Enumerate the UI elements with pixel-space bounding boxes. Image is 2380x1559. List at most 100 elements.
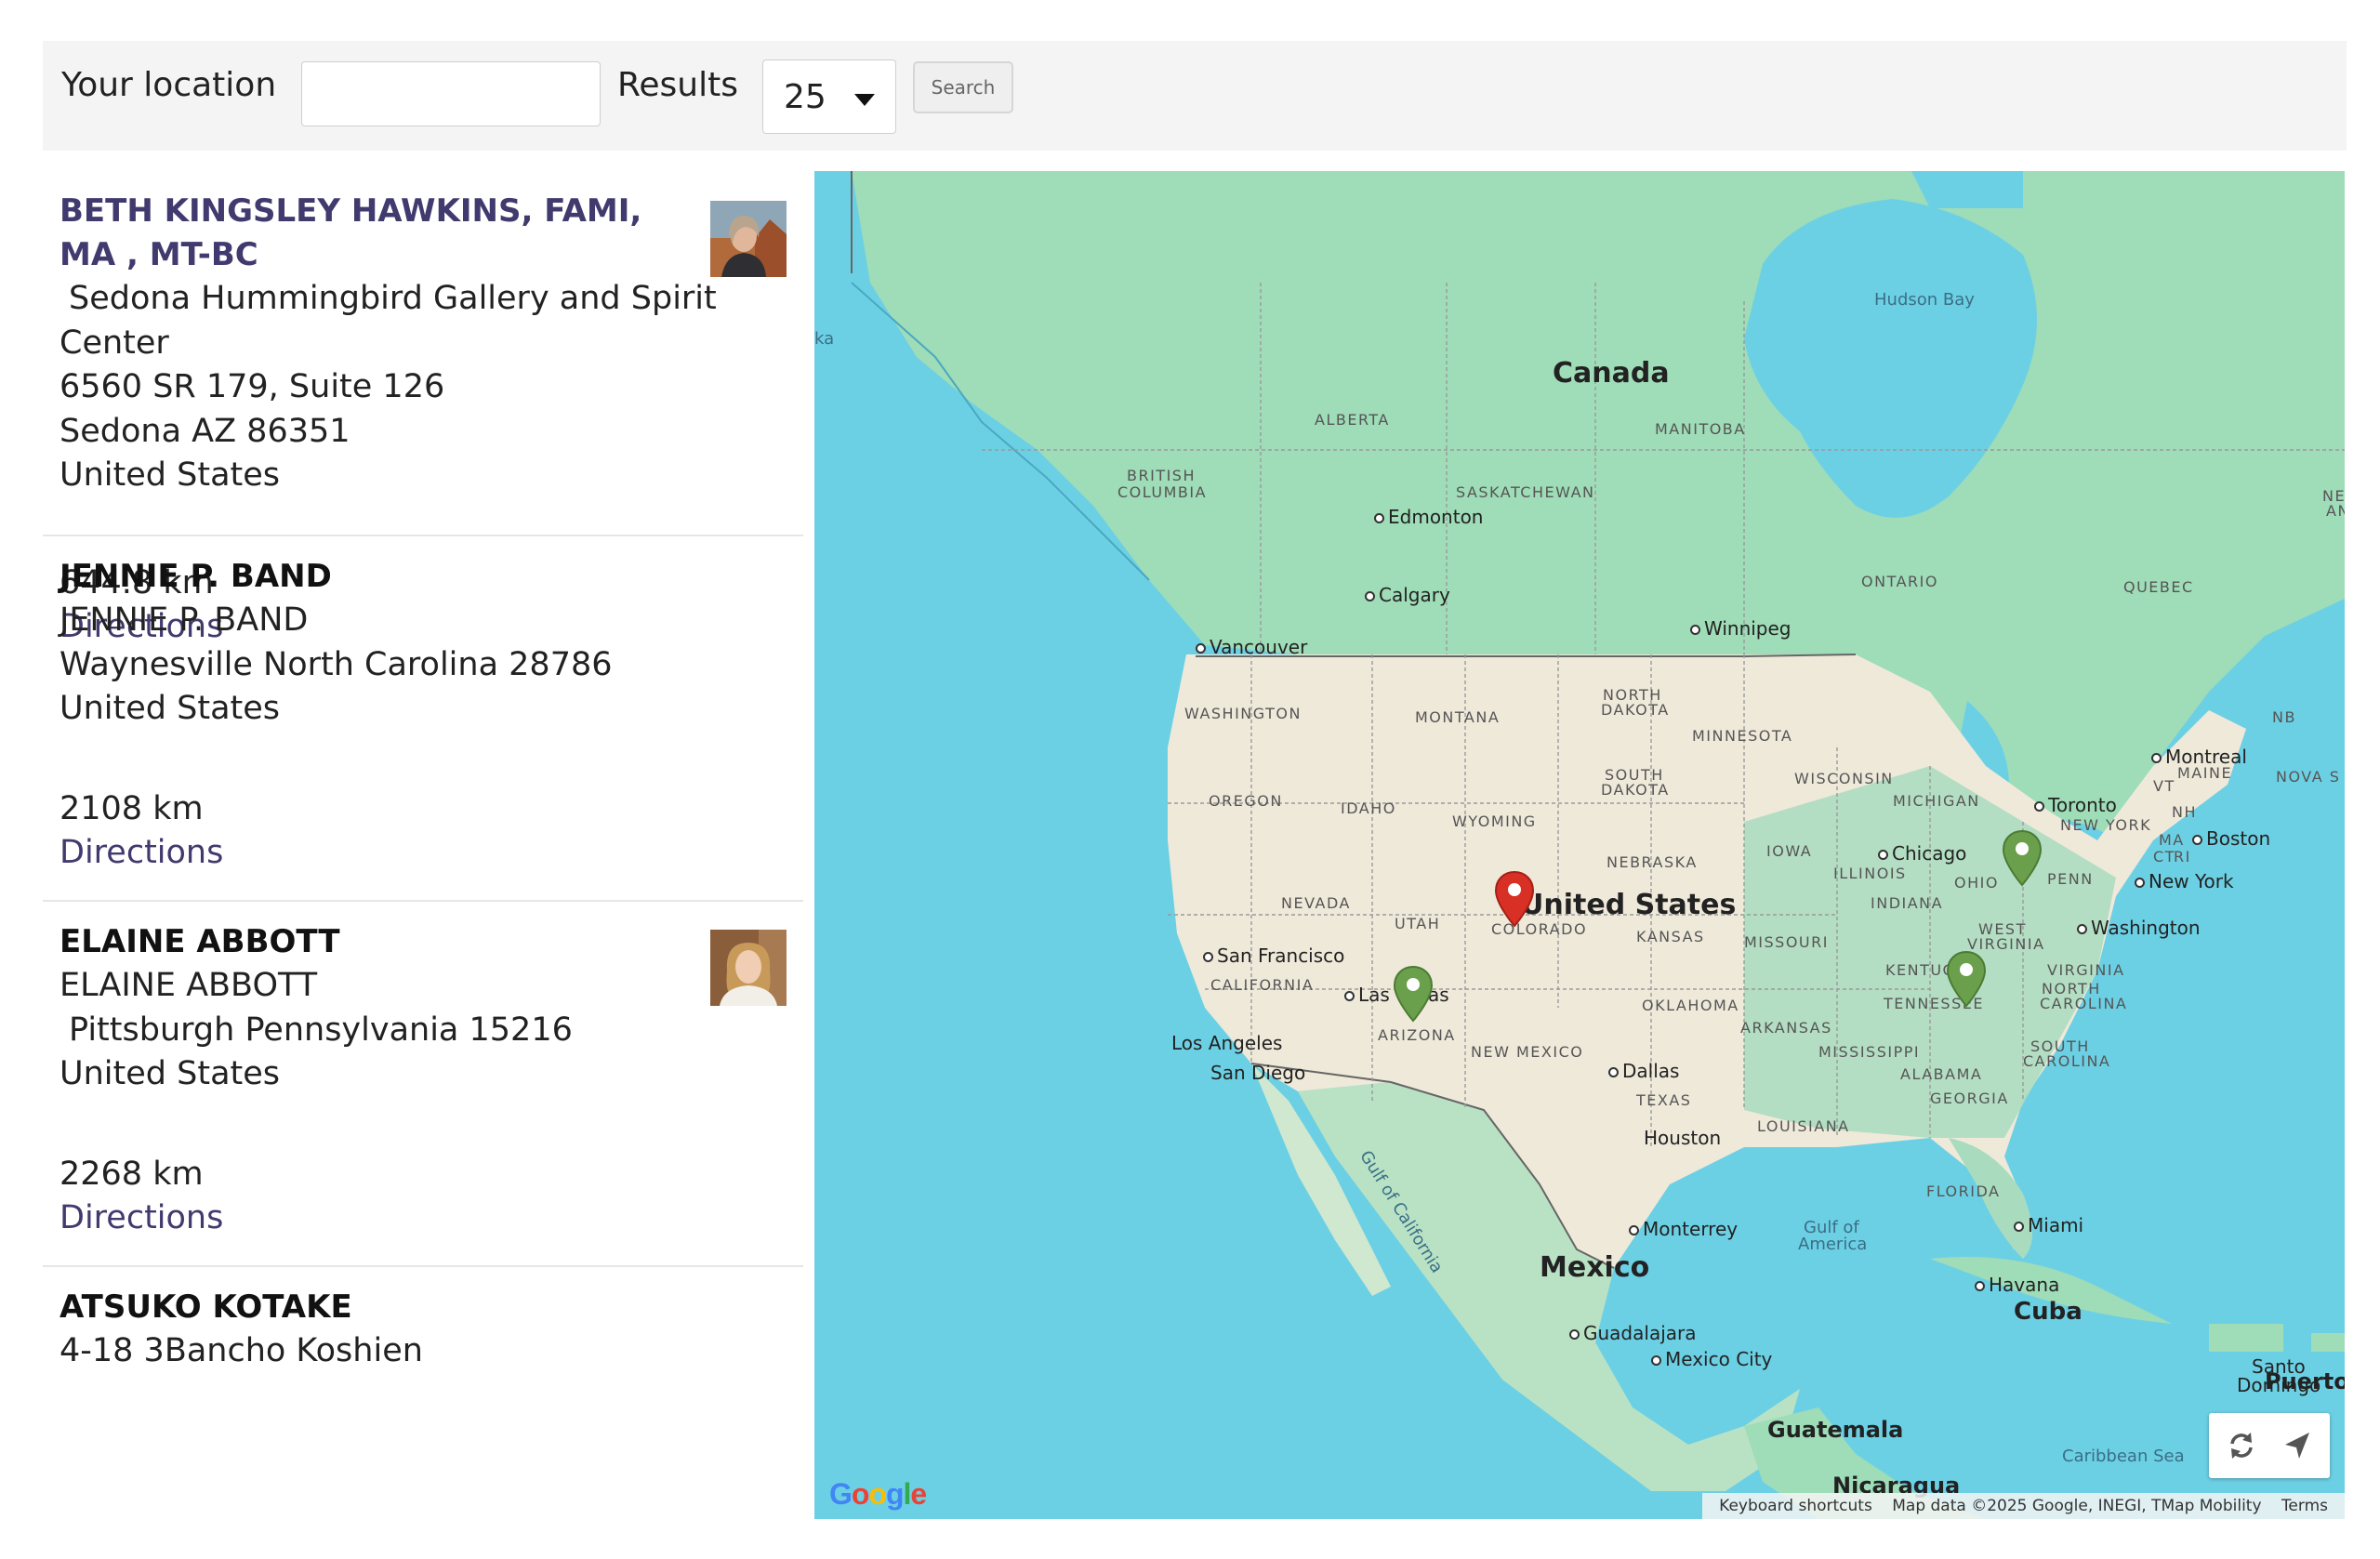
map-label-state: VT	[2153, 777, 2175, 795]
result-name: JENNIE P. BAND	[60, 558, 332, 595]
map-label-state: GEORGIA	[1930, 1090, 2009, 1107]
map-label-city: Havana	[1975, 1274, 2059, 1296]
result-address-line: United States	[60, 690, 281, 727]
directions-link[interactable]: Directions	[60, 1196, 223, 1240]
green-result-marker-waynesville[interactable]	[1945, 950, 1988, 1008]
search-bar: Your location Results 25 Search	[43, 41, 2347, 151]
map-label-state: COLUMBIA	[1117, 483, 1208, 501]
directions-link[interactable]: Directions	[60, 831, 223, 875]
chevron-down-icon	[854, 94, 875, 106]
map-label-city: Monterrey	[1629, 1218, 1738, 1240]
map-label-state: NH	[2172, 803, 2197, 821]
map-label-city: Washington	[2077, 917, 2201, 939]
map-label-city: Edmonton	[1374, 506, 1483, 528]
map-label-state: ALABAMA	[1900, 1065, 1983, 1083]
map-label-city: New York	[2135, 870, 2234, 892]
map-label-state: NEW YORK	[2060, 816, 2152, 834]
map-label-state: MICHIGAN	[1893, 792, 1980, 810]
profile-photo	[710, 201, 787, 277]
map-label-water: ka	[814, 329, 835, 349]
search-button[interactable]: Search	[913, 61, 1013, 113]
map-label-country: Mexico	[1540, 1251, 1650, 1284]
map-label-city: Dallas	[1608, 1060, 1679, 1082]
map-label-country: Guatemala	[1767, 1417, 1904, 1443]
map-label-state: MINNESOTA	[1692, 727, 1793, 745]
result-name-link[interactable]: BETH KINGSLEY HAWKINS, FAMI, MA , MT-BC	[60, 171, 710, 277]
result-address-line: JENNIE P. BAND	[60, 601, 309, 639]
google-logo: Google	[829, 1477, 927, 1511]
map-label-state: LOUISIANA	[1757, 1117, 1850, 1135]
green-result-marker-sedona[interactable]	[1392, 965, 1435, 1023]
map-label-state: NEVADA	[1281, 894, 1351, 912]
map-label-state: CT	[2153, 848, 2175, 865]
map-label-city: Mexico City	[1651, 1348, 1772, 1370]
results-count-value: 25	[784, 78, 826, 116]
map-label-state: BRITISH	[1127, 467, 1196, 484]
map-label-city: San Diego	[1210, 1062, 1306, 1084]
map-controls	[2209, 1413, 2330, 1478]
map-label-state: RI	[2174, 848, 2191, 865]
map-label-city: Vancouver	[1196, 636, 1307, 658]
map-label-state: MA	[2159, 831, 2185, 849]
locate-me-icon[interactable]	[2280, 1428, 2315, 1463]
map-label-city: Chicago	[1878, 842, 1966, 865]
map-label-water: Caribbean Sea	[2062, 1447, 2185, 1466]
map-label-city: Winnipeg	[1690, 617, 1792, 640]
result-name: ATSUKO KOTAKE	[60, 1288, 352, 1326]
result-address-line: Sedona AZ 86351	[60, 412, 350, 450]
result-address-line: United States	[60, 456, 281, 494]
list-item: JENNIE P. BAND JENNIE P. BAND Waynesvill…	[43, 536, 803, 902]
result-address-line: Pittsburgh Pennsylvania 15216	[69, 1011, 573, 1049]
map-label-state: NB	[2272, 708, 2296, 726]
green-result-marker-pittsburgh[interactable]	[2001, 829, 2043, 887]
map-label-state: ALBERTA	[1315, 411, 1390, 429]
map-label-state: NOVA S	[2276, 768, 2341, 786]
refresh-icon[interactable]	[2224, 1428, 2259, 1463]
location-input[interactable]	[301, 61, 601, 126]
map-label-state: SASKATCHEWAN	[1456, 483, 1595, 501]
map-label-city: Toronto	[2034, 794, 2117, 816]
map-label-state: WISCONSIN	[1794, 770, 1894, 787]
results-count-select[interactable]: 25	[762, 59, 896, 134]
keyboard-shortcuts-link[interactable]: Keyboard shortcuts	[1719, 1497, 1872, 1515]
map-label-state: WYOMING	[1452, 813, 1537, 830]
terms-link[interactable]: Terms	[2281, 1497, 2328, 1515]
map-label-city: Houston	[1644, 1127, 1722, 1149]
map-label-state: ARIZONA	[1378, 1026, 1456, 1044]
red-user-location-marker[interactable]	[1493, 870, 1536, 928]
map-label-state: UTAH	[1395, 915, 1441, 932]
result-address-line: Center	[60, 324, 169, 362]
map-label-state: ILLINOIS	[1833, 865, 1907, 882]
map-label-state: CALIFORNIA	[1210, 976, 1315, 994]
map-view[interactable]: Canada United States Mexico Cuba Guatema…	[814, 171, 2345, 1519]
result-name: ELAINE ABBOTT	[60, 923, 340, 960]
map-label-city: Montreal	[2151, 746, 2247, 768]
result-address-line: United States	[60, 1055, 281, 1092]
map-label-city: Calgary	[1365, 584, 1450, 606]
profile-photo	[710, 930, 787, 1006]
map-label-state: OKLAHOMA	[1642, 997, 1739, 1014]
map-label-water: Hudson Bay	[1874, 290, 1975, 310]
map-label-state: QUEBEC	[2123, 578, 2194, 596]
list-item: BETH KINGSLEY HAWKINS, FAMI, MA , MT-BC …	[43, 171, 803, 645]
results-list: BETH KINGSLEY HAWKINS, FAMI, MA , MT-BC …	[43, 171, 803, 1519]
map-label-state: DAKOTA	[1601, 781, 1670, 799]
map-label-state: MONTANA	[1415, 708, 1501, 726]
result-address-line: ELAINE ABBOTT	[60, 967, 318, 1004]
map-label-state: FLORIDA	[1926, 1182, 2001, 1200]
map-label-state: VIRGINIA	[2047, 961, 2125, 979]
map-label-state: KANSAS	[1636, 928, 1705, 945]
list-item: ELAINE ABBOTT ELAINE ABBOTT Pittsburgh P…	[43, 902, 803, 1267]
list-item: ATSUKO KOTAKE 4-18 3Bancho Koshien	[43, 1267, 803, 1519]
map-label-city: Las	[1344, 984, 1390, 1006]
map-label-water: America	[1798, 1235, 1868, 1254]
map-label-state: OREGON	[1209, 792, 1283, 810]
map-label-state: CAROLINA	[2040, 995, 2128, 1012]
map-label-state: OHIO	[1954, 874, 1999, 892]
map-label-state: MISSISSIPPI	[1818, 1043, 1921, 1061]
map-label-city: Miami	[2014, 1214, 2083, 1236]
map-label-state: WASHINGTON	[1184, 705, 1302, 722]
result-distance: 2268 km	[60, 1156, 204, 1193]
map-label-state: DAKOTA	[1601, 701, 1670, 719]
map-label-city: Domingo	[2237, 1374, 2321, 1396]
